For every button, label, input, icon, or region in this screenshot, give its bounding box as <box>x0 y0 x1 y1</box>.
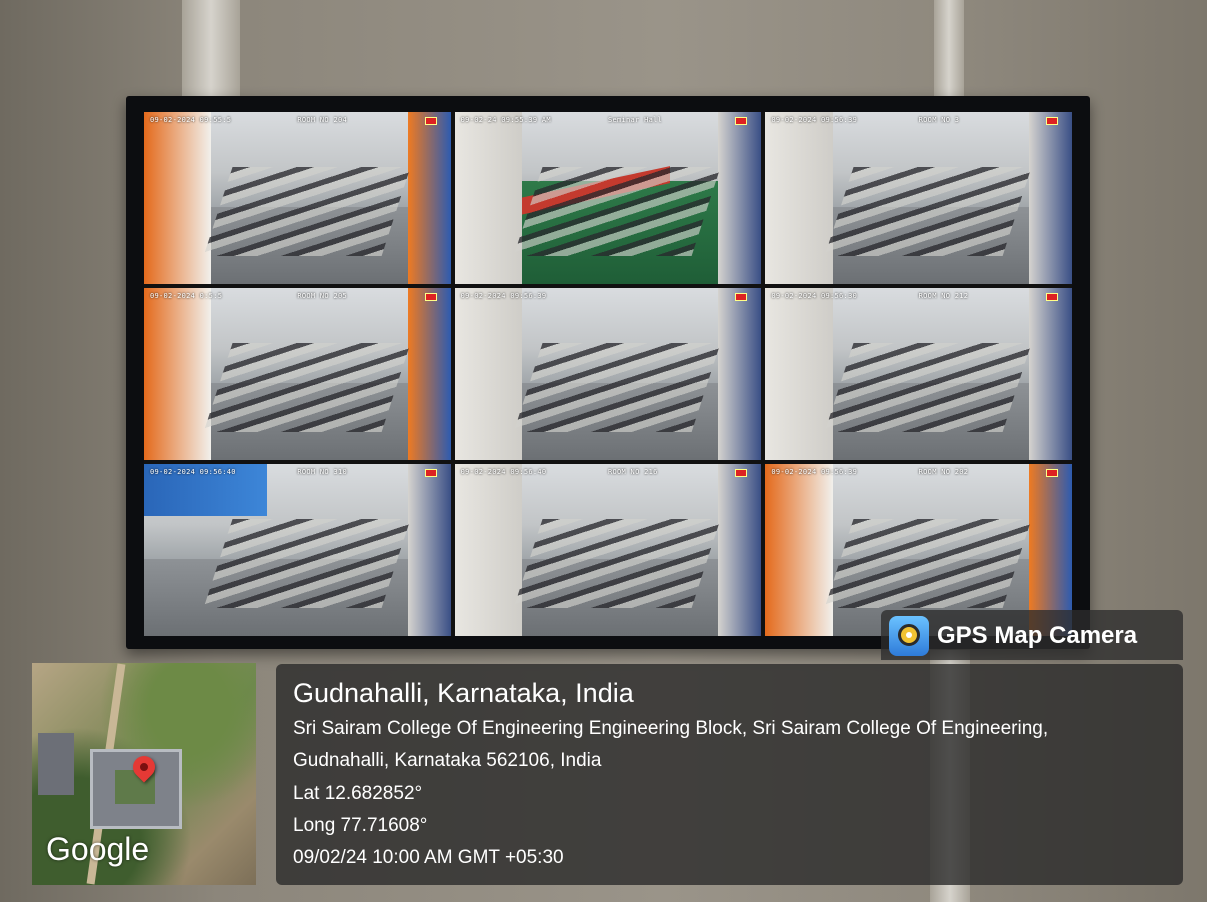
cctv-feed: 09-02-2024 09:56:39 ROOM NO 3 <box>765 112 1072 284</box>
app-name: GPS Map Camera <box>937 622 1138 649</box>
recording-indicator-icon <box>424 469 437 477</box>
location-title: Gudnahalli, Karnataka, India <box>293 678 634 708</box>
cctv-feed: 09-02-2024 09:56:40 ROOM NO 310 <box>144 464 451 636</box>
recording-indicator-icon <box>1045 469 1058 477</box>
address-line-2: Gudnahalli, Karnataka 562106, India <box>293 750 602 771</box>
feed-room-label: Seminar Hall <box>607 116 663 124</box>
feed-timestamp: 09-02-2024 09:56:40 <box>150 468 236 476</box>
datetime: 09/02/24 10:00 AM GMT +05:30 <box>293 847 564 868</box>
feed-room-label: ROOM NO 205 <box>297 292 347 300</box>
feed-timestamp: 09-02-24 09:55:39 AM <box>460 116 551 124</box>
cctv-grid: 09-02-2024 09:55:5 ROOM NO 204 09-02-24 09… <box>144 112 1072 636</box>
cctv-feed: 09-02-24 09:55:39 AM Seminar Hall <box>454 112 762 284</box>
feed-room-label: ROOM NO 202 <box>918 468 969 476</box>
cctv-feed: 09-02-2024 09:56:40 ROOM NO 216 <box>454 464 762 636</box>
feed-timestamp: 09-02-2024 09:56:40 <box>460 468 547 476</box>
recording-indicator-icon <box>735 117 748 125</box>
feed-timestamp: 09-02-2024 09:56:39 <box>460 292 547 300</box>
location-info-panel: Gudnahalli, Karnataka, India Sri Sairam … <box>276 664 1183 885</box>
feed-room-label: ROOM NO 3 <box>918 116 960 124</box>
window-frame-left <box>182 0 240 96</box>
map-building-block <box>38 733 74 795</box>
cctv-feed: 09-02-2024 09:56:30 ROOM NO 212 <box>765 288 1072 460</box>
longitude: Long 77.71608° <box>293 815 428 836</box>
recording-indicator-icon <box>1045 117 1058 125</box>
feed-room-label: ROOM NO 204 <box>297 116 347 124</box>
feed-timestamp: 09-02-2024 09:56:30 <box>771 292 858 300</box>
feed-timestamp: 09-02-2024 09:56:39 <box>771 468 858 476</box>
feed-room-label: ROOM NO 212 <box>918 292 969 300</box>
recording-indicator-icon <box>735 469 748 477</box>
gps-map-camera-icon <box>889 616 929 656</box>
recording-indicator-icon <box>424 293 437 301</box>
gps-map-camera-badge: GPS Map Camera <box>881 610 1183 660</box>
feed-timestamp: 09-02-2024 0:5:5 <box>150 292 223 300</box>
feed-room-label: ROOM NO 310 <box>297 468 347 476</box>
map-thumbnail: Google <box>32 663 256 885</box>
google-logo: Google <box>46 831 150 867</box>
latitude: Lat 12.682852° <box>293 783 423 804</box>
window-frame-right <box>934 0 964 110</box>
address-line-1: Sri Sairam College Of Engineering Engine… <box>293 718 1049 739</box>
recording-indicator-icon <box>1045 293 1058 301</box>
feed-room-label: ROOM NO 216 <box>607 468 658 476</box>
recording-indicator-icon <box>424 117 437 125</box>
feed-timestamp: 09-02-2024 09:56:39 <box>771 116 858 124</box>
tv-monitor: 09-02-2024 09:55:5 ROOM NO 204 09-02-24 09… <box>126 96 1090 649</box>
cctv-feed: 09-02-2024 09:56:39 <box>454 288 762 460</box>
cctv-feed: 09-02-2024 0:5:5 ROOM NO 205 <box>144 288 451 460</box>
feed-timestamp: 09-02-2024 09:55:5 <box>150 116 232 124</box>
cctv-feed: 09-02-2024 09:55:5 ROOM NO 204 <box>144 112 451 284</box>
recording-indicator-icon <box>735 293 748 301</box>
